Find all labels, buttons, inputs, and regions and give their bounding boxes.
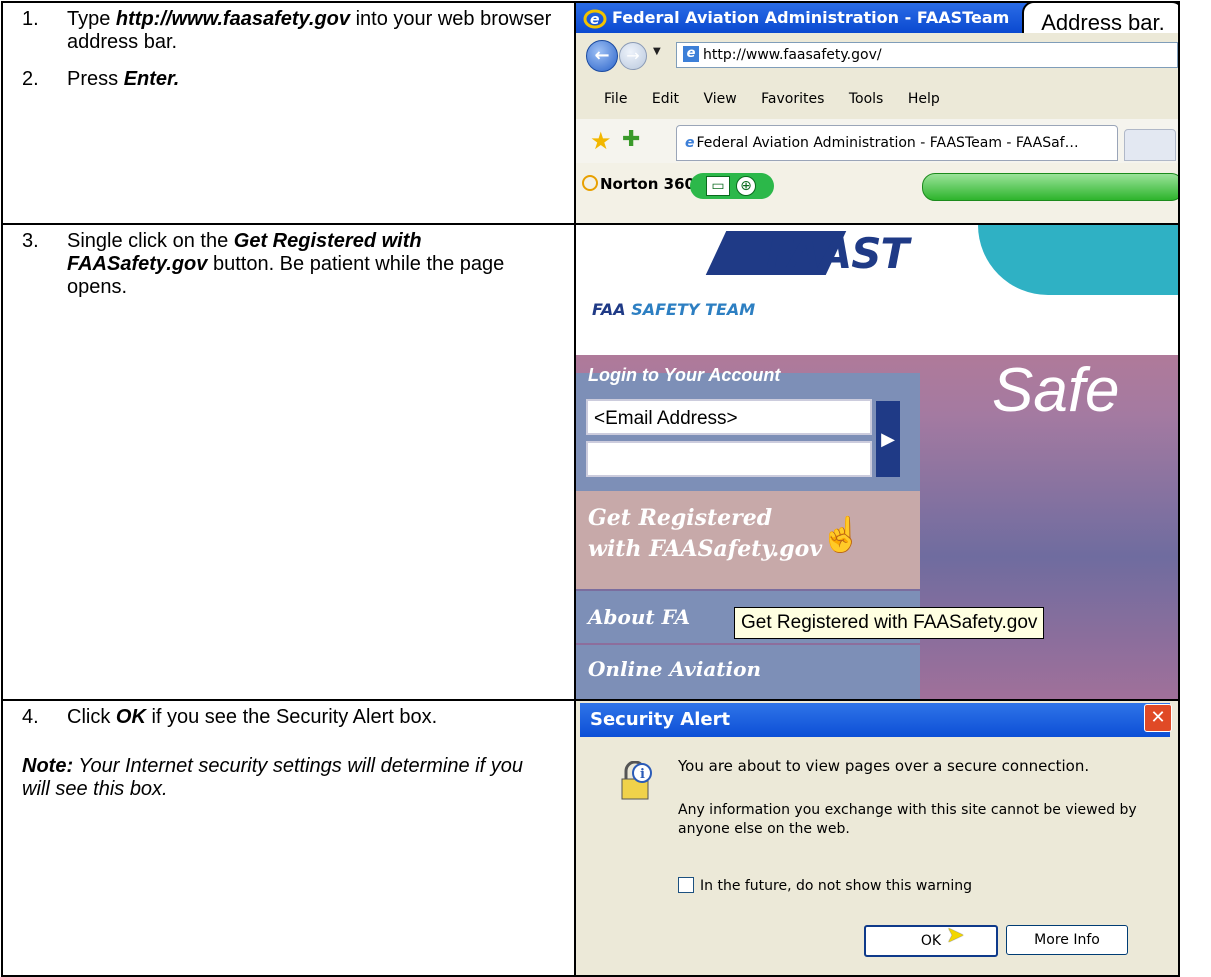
browser-screenshot-cell: e Federal Aviation Administration - FAAS… [574,1,1180,225]
forward-arrow-icon[interactable]: → [619,42,647,70]
step-number: 1. [22,8,39,30]
tab-faasafety[interactable]: e Federal Aviation Administration - FAAST… [676,125,1118,161]
row-step-3: 3. Single click on the Get Registered wi… [1,223,1180,701]
norton-toolbar: Norton 360 ▭ ⊕ [577,163,1177,222]
get-registered-label: Get Registered with FAASafety.gov [588,505,823,562]
globe-icon[interactable]: ⊕ [736,176,756,196]
step-text: Single click on the [67,230,234,252]
about-label: About FA [588,605,691,629]
dialog-title-bar: Security Alert [580,703,1170,737]
faast-subtitle: FAA SAFETY TEAM [592,300,755,319]
step-number: 3. [22,230,39,252]
instructions-cell: 3. Single click on the Get Registered wi… [1,223,576,701]
instructions-table: 1. Type http://www.faasafety.gov into yo… [1,1,1180,977]
row-steps-1-2: 1. Type http://www.faasafety.gov into yo… [1,1,1180,225]
favorites-star-icon[interactable]: ★ [590,127,612,155]
svg-text:i: i [640,767,645,782]
menu-bar: File Edit View Favorites Tools Help [577,79,1177,119]
step-number: 2. [22,68,39,90]
menu-file[interactable]: File [604,79,627,119]
password-field[interactable] [586,441,872,477]
ok-button[interactable]: OK [864,925,998,957]
address-text: http://www.faasafety.gov/ [703,47,882,63]
step-text: Click [67,706,116,728]
step-text: Press [67,68,124,90]
menu-favorites[interactable]: Favorites [761,79,824,119]
url-text: http://www.faasafety.gov [115,8,351,30]
faast-logo: FAAST [766,229,909,278]
menu-tools[interactable]: Tools [849,79,884,119]
tab-title: Federal Aviation Administration - FAASTe… [696,135,1079,151]
tab-bar: ★ ✚ e Federal Aviation Administration - F… [577,119,1177,163]
step-1: 1. Type http://www.faasafety.gov into yo… [3,8,574,54]
row-step-4: 4. Click OK if you see the Security Aler… [1,699,1180,977]
instructions-cell: 4. Click OK if you see the Security Aler… [1,699,576,977]
add-favorite-icon[interactable]: ✚ [622,127,640,152]
subtitle-b: SAFETY TEAM [631,300,756,319]
checkbox-label: In the future, do not show this warning [700,878,972,894]
note-text: Your Internet security settings will det… [22,755,523,800]
note: Note: Your Internet security settings wi… [22,755,554,801]
hero-text: Safe [992,356,1120,425]
more-info-button[interactable]: More Info [1006,925,1128,955]
note-label: Note: [22,755,74,777]
step-2: 2. Press Enter. [3,68,574,91]
menu-view[interactable]: View [703,79,736,119]
login-arrow-icon[interactable]: ▶ [876,401,900,477]
dont-show-checkbox[interactable]: In the future, do not show this warning [678,877,972,895]
step-text: Type [67,8,116,30]
step-text: if you see the Security Alert box. [145,706,438,728]
lock-info-icon: i [621,761,652,800]
online-aviation-label: Online Aviation [588,657,761,681]
dialog-title: Security Alert [590,709,731,730]
hand-cursor-icon: ☝ [820,516,863,554]
alert-screenshot-cell: Security Alert ✕ i You are about to view… [574,699,1180,977]
ie-tab-icon: e [685,135,695,151]
subtitle-a: FAA [592,300,632,319]
svg-text:e: e [590,12,600,28]
alert-message-2: Any information you exchange with this s… [678,802,1137,837]
norton-label: Norton 360 [600,175,695,193]
faast-screenshot-cell: FAAST FAA SAFETY TEAM Safe Login to Your… [574,223,1180,701]
close-icon[interactable]: ✕ [1144,704,1172,732]
page-icon: e [683,46,699,62]
address-bar[interactable]: e http://www.faasafety.gov/ [676,42,1177,68]
browser-title: Federal Aviation Administration - FAASTe… [612,8,1010,27]
norton-buttons: ▭ ⊕ [690,173,774,199]
browser-window: e Federal Aviation Administration - FAAS… [577,4,1177,222]
history-dropdown-icon[interactable]: ▼ [653,46,661,57]
step-3: 3. Single click on the Get Registered wi… [3,230,574,299]
email-field[interactable]: <Email Address> [586,399,872,435]
key-text: Enter. [123,68,180,90]
back-arrow-icon[interactable]: ← [586,40,618,72]
menu-edit[interactable]: Edit [652,79,679,119]
alert-message-1: You are about to view pages over a secur… [678,757,1090,775]
step-4: 4. Click OK if you see the Security Aler… [3,706,574,729]
norton-status-bar [922,173,1177,201]
monitor-icon[interactable]: ▭ [706,176,730,196]
ok-text: OK [115,706,146,728]
tooltip: Get Registered with FAASafety.gov [734,607,1045,639]
menu-help[interactable]: Help [908,79,940,119]
step-number: 4. [22,706,39,728]
arrow-cursor-icon: ➤ [946,923,965,948]
security-alert-dialog: Security Alert ✕ i You are about to view… [577,702,1177,974]
login-title: Login to Your Account [588,365,781,385]
faast-homepage: FAAST FAA SAFETY TEAM Safe Login to Your… [577,226,1177,698]
checkbox-box[interactable] [678,877,694,893]
instructions-cell: 1. Type http://www.faasafety.gov into yo… [1,1,576,225]
new-tab-button[interactable] [1124,129,1176,161]
norton-logo-icon [582,175,598,191]
navigation-bar: ← → ▼ e http://www.faasafety.gov/ [577,33,1177,79]
